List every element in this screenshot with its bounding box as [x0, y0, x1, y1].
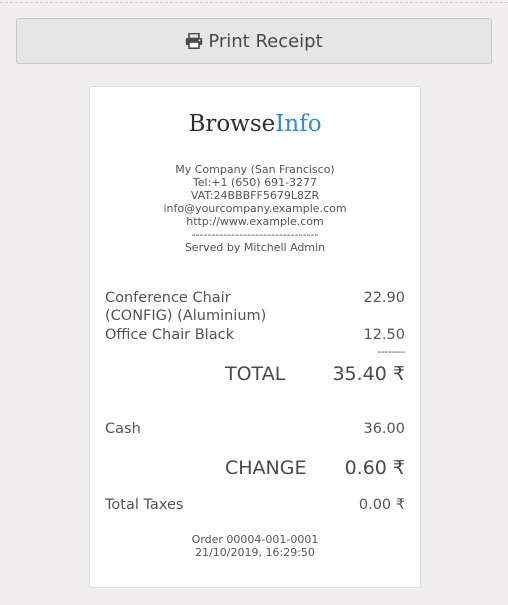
total-label: TOTAL	[225, 363, 286, 385]
line-product-name: Conference Chair	[105, 290, 231, 306]
line-product-variant: (CONFIG) (Aluminium)	[105, 308, 267, 324]
header-separator: --------------------------------	[191, 228, 319, 241]
change-label: CHANGE	[225, 457, 307, 479]
receipt-header: My Company (San Francisco) Tel:+1 (650) …	[90, 163, 420, 254]
company-logo: BrowseInfo	[90, 111, 420, 137]
company-name: My Company (San Francisco)	[175, 163, 335, 176]
print-receipt-label: Print Receipt	[208, 30, 323, 52]
print-receipt-button[interactable]: Print Receipt	[16, 18, 492, 64]
receipt: BrowseInfo My Company (San Francisco) Te…	[89, 86, 421, 588]
logo-text-part1: Browse	[188, 111, 276, 137]
logo-text-part2: Info	[275, 111, 322, 137]
taxes-amount: 0.00 ₹	[358, 497, 405, 513]
company-website: http://www.example.com	[186, 215, 324, 228]
company-vat: VAT:24BBBFF5679L8ZR	[190, 189, 320, 202]
print-icon	[186, 33, 203, 49]
receipt-footer: Order 00004-001-0001 21/10/2019, 16:29:5…	[90, 533, 420, 559]
total-amount: 35.40 ₹	[332, 363, 405, 385]
line-price: 12.50	[363, 327, 405, 343]
payment-method: Cash	[105, 421, 141, 437]
top-divider	[0, 2, 508, 3]
line-product-name: Office Chair Black	[105, 327, 234, 343]
change-amount: 0.60 ₹	[344, 457, 405, 479]
order-datetime: 21/10/2019, 16:29:50	[195, 546, 315, 559]
line-price: 22.90	[363, 290, 405, 306]
served-by: Served by Mitchell Admin	[184, 241, 326, 254]
taxes-label: Total Taxes	[105, 497, 184, 513]
subtotal-separator: --------	[377, 345, 405, 358]
payment-amount: 36.00	[363, 421, 405, 437]
order-reference: Order 00004-001-0001	[191, 533, 319, 546]
company-phone: Tel:+1 (650) 691-3277	[192, 176, 318, 189]
company-email: info@yourcompany.example.com	[163, 202, 347, 215]
